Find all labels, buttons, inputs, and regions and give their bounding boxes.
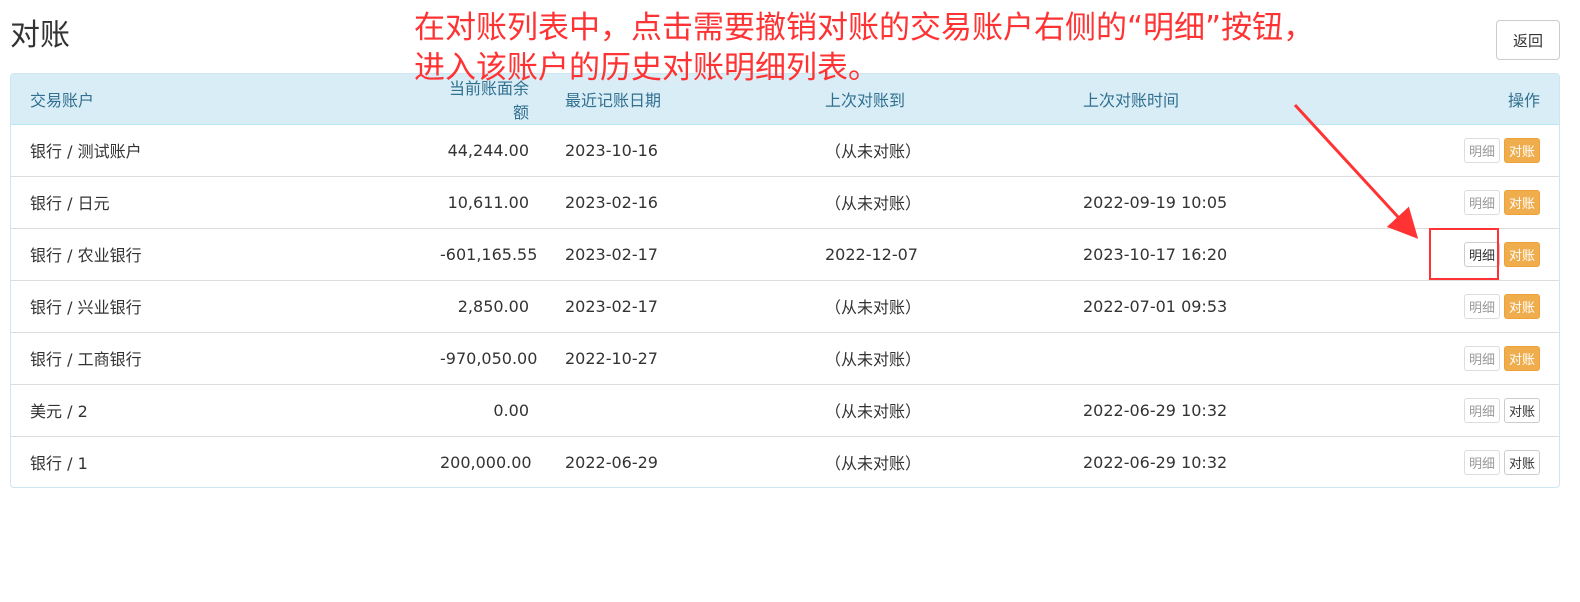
cell-last-record-date: 2023-02-16 <box>538 175 806 228</box>
cell-balance: 10,611.00 <box>440 175 538 228</box>
table-row: 银行 / 农业银行 -601,165.55 2023-02-17 2022-12… <box>11 227 1559 280</box>
reconcile-table-panel: 交易账户 当前账面余额 最近记账日期 上次对账到 上次对账时间 操作 银行 / … <box>10 73 1560 488</box>
cell-account: 银行 / 工商银行 <box>11 331 440 384</box>
table-row: 美元 / 2 0.00 （从未对账） 2022-06-29 10:32 明细 对账 <box>11 383 1559 436</box>
cell-last-reconcile-time: 2022-09-19 10:05 <box>1083 175 1383 228</box>
cell-balance: 2,850.00 <box>440 279 538 332</box>
detail-button[interactable]: 明细 <box>1463 397 1500 423</box>
detail-button[interactable]: 明细 <box>1463 137 1500 163</box>
table-header-row: 交易账户 当前账面余额 最近记账日期 上次对账到 上次对账时间 操作 <box>11 74 1559 125</box>
reconcile-button[interactable]: 对账 <box>1503 137 1540 163</box>
cell-last-record-date <box>538 383 806 436</box>
cell-last-reconciled-to: （从未对账） <box>806 331 1083 384</box>
cell-last-record-date: 2023-02-17 <box>538 279 806 332</box>
header-balance: 当前账面余额 <box>440 74 538 125</box>
cell-balance: 0.00 <box>440 383 538 436</box>
table-row: 银行 / 日元 10,611.00 2023-02-16 （从未对账） 2022… <box>11 175 1559 228</box>
cell-account: 银行 / 兴业银行 <box>11 279 440 332</box>
cell-last-record-date: 2023-02-17 <box>538 227 806 280</box>
back-button[interactable]: 返回 <box>1496 20 1560 60</box>
cell-balance: -970,050.00 <box>440 331 538 384</box>
cell-balance: 44,244.00 <box>447 140 529 160</box>
cell-actions: 明细 对账 <box>1383 383 1559 436</box>
highlight-box <box>1429 228 1499 280</box>
reconcile-table: 交易账户 当前账面余额 最近记账日期 上次对账到 上次对账时间 操作 银行 / … <box>11 74 1559 487</box>
table-row: 银行 / 测试账户 44,244.00 2023-10-16 （从未对账） 明细… <box>11 124 1559 176</box>
cell-actions: 明细 对账 <box>1383 279 1559 332</box>
table-row: 银行 / 兴业银行 2,850.00 2023-02-17 （从未对账） 202… <box>11 279 1559 332</box>
cell-actions: 明细 对账 <box>1383 435 1559 487</box>
cell-balance: 200,000.00 <box>440 435 538 487</box>
header-last-reconciled-to: 上次对账到 <box>806 74 1083 125</box>
header-actions: 操作 <box>1383 74 1559 125</box>
reconcile-button[interactable]: 对账 <box>1503 293 1540 319</box>
header-last-record-date: 最近记账日期 <box>538 74 806 125</box>
reconcile-button[interactable]: 对账 <box>1503 397 1540 423</box>
cell-last-reconcile-time: 2022-07-01 09:53 <box>1083 279 1383 332</box>
table-row: 银行 / 工商银行 -970,050.00 2022-10-27 （从未对账） … <box>11 331 1559 384</box>
cell-actions: 明细 对账 <box>1383 331 1559 384</box>
detail-button[interactable]: 明细 <box>1463 189 1500 215</box>
cell-last-record-date: 2022-10-27 <box>538 331 806 384</box>
reconcile-button[interactable]: 对账 <box>1503 189 1540 215</box>
detail-button[interactable]: 明细 <box>1463 293 1500 319</box>
page-title: 对账 <box>10 18 70 53</box>
cell-last-reconcile-time: 2022-06-29 10:32 <box>1083 383 1383 436</box>
cell-account: 银行 / 1 <box>11 435 440 487</box>
cell-last-reconciled-to: （从未对账） <box>806 435 1083 487</box>
header-account: 交易账户 <box>11 74 440 125</box>
header-last-reconcile-time: 上次对账时间 <box>1083 74 1383 125</box>
cell-last-reconcile-time: 2022-06-29 10:32 <box>1083 435 1383 487</box>
cell-last-record-date: 2023-10-16 <box>565 140 658 160</box>
cell-last-record-date: 2022-06-29 <box>538 435 806 487</box>
cell-account: 银行 / 测试账户 <box>30 142 142 161</box>
reconcile-button[interactable]: 对账 <box>1503 449 1540 475</box>
cell-balance: -601,165.55 <box>440 227 538 280</box>
detail-button[interactable]: 明细 <box>1463 449 1500 475</box>
cell-actions: 明细 对账 <box>1383 175 1559 228</box>
detail-button[interactable]: 明细 <box>1463 345 1500 371</box>
annotation-line-1: 在对账列表中，点击需要撤销对账的交易账户右侧的“明细”按钮， <box>414 10 1315 46</box>
cell-last-reconciled-to: （从未对账） <box>806 383 1083 436</box>
reconcile-button[interactable]: 对账 <box>1503 241 1540 267</box>
cell-last-reconciled-to: （从未对账） <box>825 142 922 161</box>
reconcile-button[interactable]: 对账 <box>1503 345 1540 371</box>
cell-account: 银行 / 日元 <box>11 175 440 228</box>
cell-last-reconciled-to: （从未对账） <box>806 279 1083 332</box>
cell-last-reconcile-time <box>1083 124 1383 176</box>
cell-last-reconciled-to: 2022-12-07 <box>806 227 1083 280</box>
table-row: 银行 / 1 200,000.00 2022-06-29 （从未对账） 2022… <box>11 435 1559 487</box>
cell-account: 银行 / 农业银行 <box>11 227 440 280</box>
cell-actions: 明细 对账 <box>1383 124 1559 176</box>
cell-last-reconcile-time <box>1083 331 1383 384</box>
cell-account: 美元 / 2 <box>11 383 440 436</box>
cell-last-reconciled-to: （从未对账） <box>806 175 1083 228</box>
cell-last-reconcile-time: 2023-10-17 16:20 <box>1083 227 1383 280</box>
